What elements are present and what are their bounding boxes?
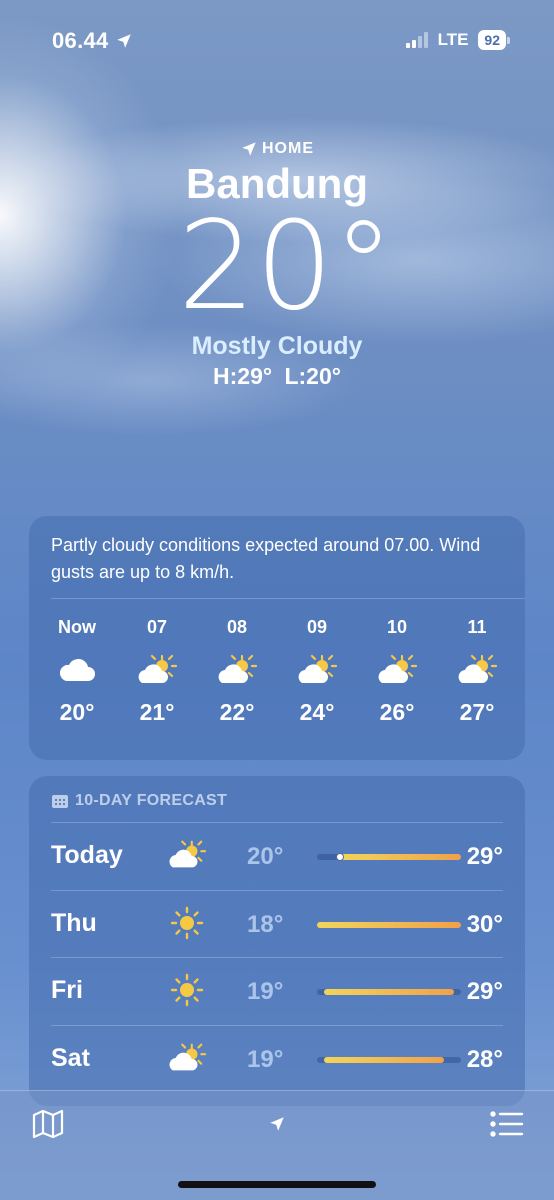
temperature-range-fill	[340, 854, 461, 860]
hour-label: 08	[226, 617, 248, 637]
hour-temp: 27°	[459, 699, 495, 725]
network-type: LTE	[437, 30, 469, 49]
forecast-summary: Partly cloudy conditions expected around…	[51, 535, 481, 582]
home-label: HOME	[0, 140, 554, 158]
current-weather: HOME Bandung 20° Mostly Cloudy H:29° L:2…	[0, 140, 554, 390]
forecast-row[interactable]: Sat 19° 28°	[51, 1024, 503, 1093]
current-temp-dot	[336, 853, 345, 861]
temperature-range-fill	[317, 921, 461, 928]
temperature-range-fill	[324, 989, 454, 995]
temperature-range-bar	[317, 989, 461, 995]
hour-item: 08 22°	[197, 617, 277, 726]
weather-condition: Mostly Cloudy	[191, 332, 363, 360]
hourly-list[interactable]: Now 20° 07 21° 08 22° 09 24° 10 26° 11 2…	[29, 599, 525, 726]
forecast-day: Today	[51, 841, 123, 869]
hourly-forecast-card[interactable]: Partly cloudy conditions expected around…	[29, 516, 525, 760]
sun-icon	[170, 906, 204, 939]
status-indicators: LTE 92	[405, 30, 510, 50]
battery-level: 92	[478, 30, 506, 50]
partly-sunny-icon	[456, 641, 498, 699]
battery-icon: 92	[478, 30, 510, 50]
forecast-high: 28°	[466, 1045, 503, 1073]
partly-sunny-icon	[169, 840, 207, 868]
forecast-low: 20°	[247, 843, 284, 870]
time-text: 06.44	[52, 28, 109, 53]
forecast-high: 30°	[466, 910, 503, 938]
temperature-range-bar	[317, 1056, 461, 1063]
hour-item: 07 21°	[117, 617, 197, 726]
forecast-row[interactable]: Today 20° 29°	[51, 822, 503, 890]
forecast-header: 10-DAY FORECAST	[29, 776, 525, 822]
status-bar: 06.44 LTE 92	[0, 0, 554, 84]
forecast-low: 19°	[247, 978, 284, 1005]
temperature-range-fill	[324, 1056, 444, 1063]
cellular-signal-icon	[405, 32, 428, 48]
hour-temp: 21°	[139, 699, 175, 725]
ten-day-forecast-card[interactable]: 10-DAY FORECAST Today 20° 29° Thu 18° 30…	[29, 776, 525, 1106]
hour-temp: 22°	[219, 699, 255, 725]
partly-sunny-icon	[169, 1043, 207, 1070]
location-arrow-icon	[116, 34, 131, 48]
partly-sunny-icon	[216, 641, 258, 699]
temperature-range-bar	[317, 921, 461, 928]
hour-item: 11 27°	[437, 617, 517, 726]
high-low: H:29° L:20°	[213, 363, 341, 389]
partly-sunny-icon	[376, 641, 418, 699]
location-arrow-icon	[242, 142, 256, 156]
cloud-icon	[57, 641, 97, 699]
forecast-day: Thu	[51, 908, 97, 937]
hour-label: 07	[146, 617, 168, 637]
status-time: 06.44	[52, 28, 133, 54]
list-icon[interactable]	[490, 1109, 524, 1139]
hour-temp: 26°	[379, 699, 415, 725]
forecast-row[interactable]: Thu 18° 30°	[51, 889, 503, 958]
hour-temp: 24°	[299, 699, 335, 725]
hour-item: 10 26°	[357, 617, 437, 726]
hour-label: Now	[58, 617, 96, 637]
home-indicator[interactable]	[178, 1181, 376, 1188]
hour-label: 10	[386, 617, 408, 637]
hour-label: 09	[306, 617, 328, 637]
forecast-day: Fri	[51, 976, 83, 1004]
calendar-icon	[52, 795, 68, 808]
forecast-day: Sat	[51, 1043, 90, 1072]
forecast-low: 18°	[247, 910, 284, 938]
forecast-high: 29°	[466, 843, 503, 870]
partly-sunny-icon	[296, 641, 338, 699]
temperature-range-bar	[317, 853, 461, 861]
hour-label: 11	[467, 617, 487, 637]
forecast-header-text: 10-DAY FORECAST	[75, 792, 228, 809]
home-label-text: HOME	[262, 140, 314, 157]
partly-sunny-icon	[136, 641, 178, 699]
location-arrow-icon[interactable]	[268, 1115, 286, 1133]
forecast-high: 29°	[466, 978, 503, 1005]
forecast-low: 19°	[247, 1045, 284, 1073]
current-temperature: 20°	[177, 195, 395, 337]
map-icon[interactable]	[32, 1109, 64, 1139]
hour-item: 09 24°	[277, 617, 357, 726]
hour-item: Now 20°	[37, 617, 117, 726]
sun-icon	[170, 973, 204, 1007]
hour-temp: 20°	[59, 699, 95, 725]
forecast-row[interactable]: Fri 19° 29°	[51, 957, 503, 1025]
